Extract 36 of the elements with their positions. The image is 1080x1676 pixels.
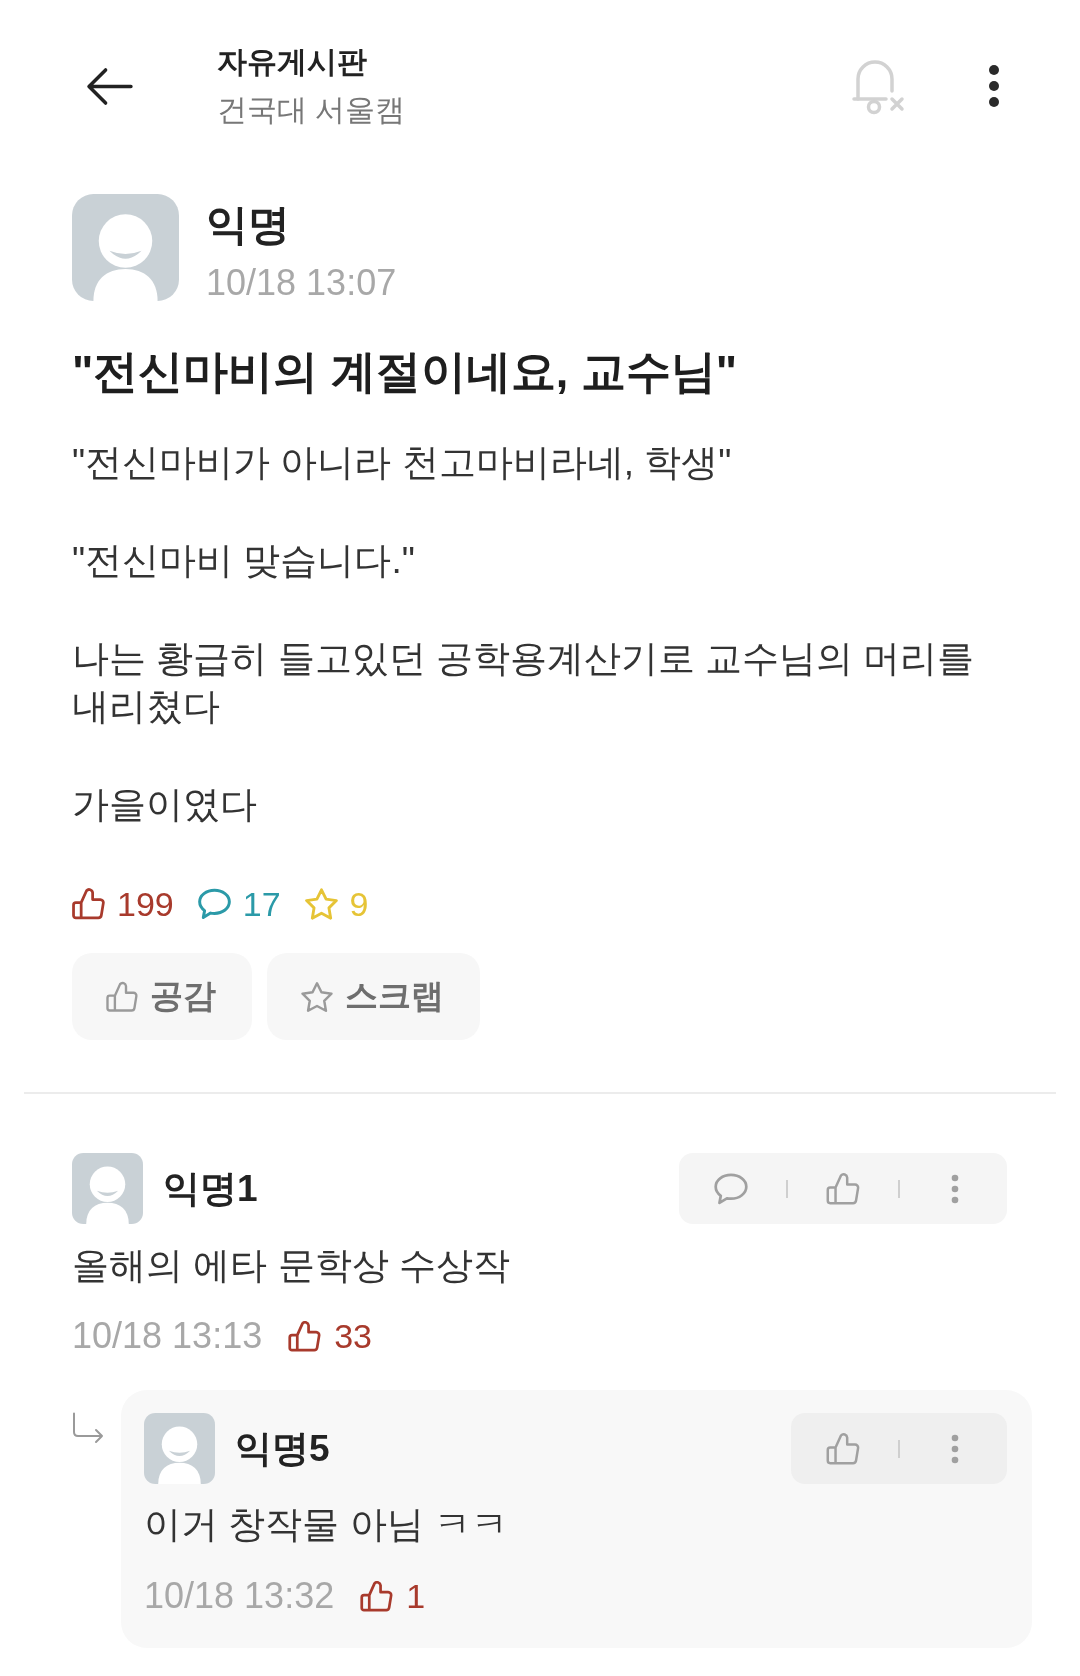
comment-text: 올해의 에타 문학상 수상작 — [72, 1244, 511, 1288]
more-options-icon[interactable] — [988, 64, 1000, 108]
comment-count: 17 — [242, 884, 281, 924]
author-name: 익명 — [206, 201, 291, 249]
avatar-icon — [72, 194, 179, 301]
post-paragraph: "전신마비 맞습니다." — [72, 539, 416, 583]
like-count: 1 — [406, 1576, 426, 1616]
back-icon[interactable] — [86, 66, 133, 106]
thumbs-up-icon — [288, 1320, 322, 1352]
post-paragraph: "전신마비가 아니라 천고마비라네, 학생" — [72, 441, 733, 485]
post-title: "전신마비의 계절이네요, 교수님" — [72, 345, 739, 399]
avatar-icon — [144, 1413, 215, 1484]
scrap-button[interactable]: 스크랩 — [267, 953, 480, 1040]
like-count: 199 — [117, 884, 174, 924]
like-count: 33 — [334, 1316, 372, 1356]
comment-author: 익명1 — [163, 1167, 258, 1211]
comment-text: 이거 창작물 아님 ㅋㅋ — [144, 1503, 509, 1547]
comment-time: 10/18 13:32 — [144, 1576, 335, 1616]
board-subtitle: 건국대 서울캠 — [217, 92, 407, 128]
bell-off-icon[interactable] — [852, 57, 906, 115]
thumbs-up-icon — [360, 1580, 394, 1612]
avatar-icon — [72, 1153, 143, 1224]
board-title: 자유게시판 — [217, 44, 368, 80]
post-paragraph: 나는 황급히 들고있던 공학용계산기로 교수님의 머리를 내리쳤다 — [72, 637, 976, 729]
post-time: 10/18 13:07 — [206, 263, 397, 303]
thumbs-up-icon[interactable] — [826, 1432, 860, 1465]
scrap-count: 9 — [349, 884, 369, 924]
comment-time: 10/18 13:13 — [72, 1316, 263, 1356]
thumbs-up-icon — [106, 980, 138, 1013]
star-icon — [301, 980, 333, 1013]
thumbs-up-icon[interactable] — [826, 1172, 860, 1205]
reply-arrow-icon — [72, 1412, 104, 1445]
like-button[interactable]: 공감 — [72, 953, 252, 1040]
speech-bubble-icon[interactable] — [714, 1172, 748, 1205]
post-paragraph: 가을이였다 — [72, 783, 258, 827]
comment-author: 익명5 — [235, 1427, 330, 1471]
